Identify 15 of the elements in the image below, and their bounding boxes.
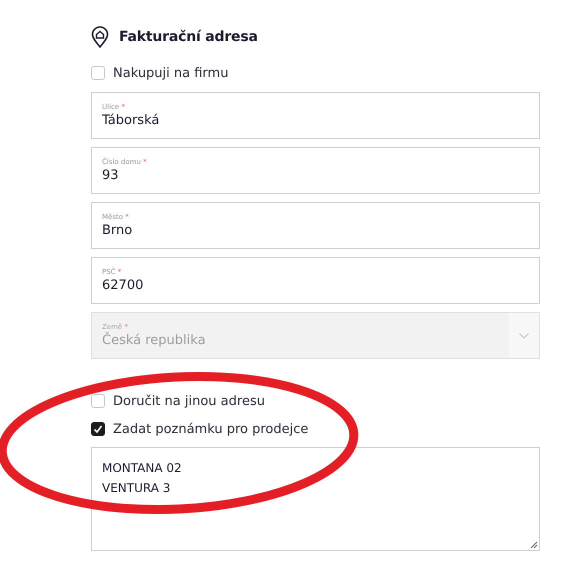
resize-grip-icon[interactable] [530,541,538,549]
field-value: Táborská [102,113,160,128]
location-pin-icon [91,26,109,48]
checkbox-label[interactable]: Nakupuji na firmu [113,66,228,80]
chevron-down-icon [519,332,529,338]
checkbox-label[interactable]: Doručit na jinou adresu [113,394,265,408]
field-value: 62700 [102,278,144,293]
field-value: Brno [102,223,132,238]
checkbox[interactable] [91,422,105,436]
section-title: Fakturační adresa [119,29,258,45]
checkbox-label[interactable]: Zadat poznámku pro prodejce [113,422,308,436]
note-text: MONTANA 02 VENTURA 3 [102,460,183,497]
field-value: Česká republika [102,333,206,348]
field-value: 93 [102,168,119,183]
note-field[interactable]: MONTANA 02 VENTURA 3 [91,447,540,551]
